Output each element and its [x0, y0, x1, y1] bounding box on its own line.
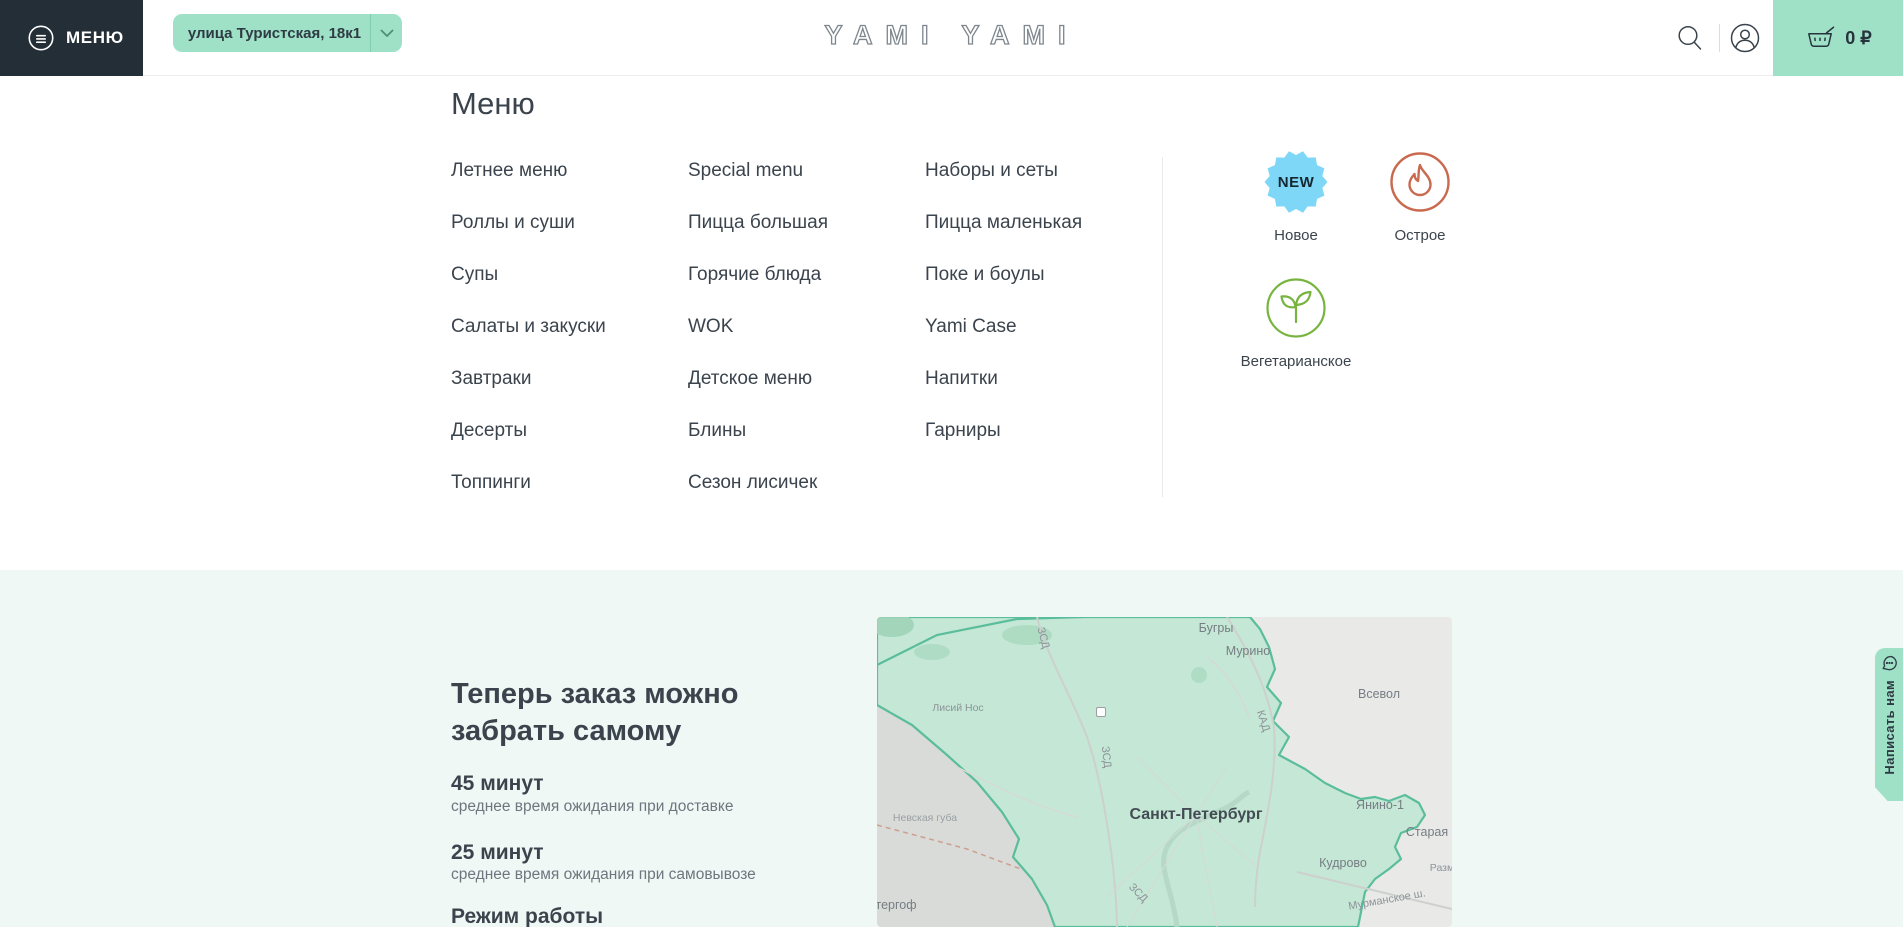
cart-total: 0 ₽: [1845, 28, 1871, 49]
menu-link-label[interactable]: Супы: [451, 264, 498, 286]
search-button[interactable]: [1671, 19, 1709, 57]
menu-link-label[interactable]: Десерты: [451, 420, 527, 442]
menu-link-label[interactable]: Летнее меню: [451, 160, 567, 182]
menu-link[interactable]: Десерты: [451, 405, 606, 457]
menu-panel-title: Меню: [451, 86, 535, 122]
new-badge-text: NEW: [1264, 150, 1328, 214]
header-divider: [1719, 24, 1720, 52]
menu-link[interactable]: Горячие блюда: [688, 249, 828, 301]
menu-link[interactable]: Салаты и закуски: [451, 301, 606, 353]
delivery-zone-map[interactable]: Бугры Мурино Всевол Лисий Нос КАД ЗСД ЗС…: [877, 617, 1452, 927]
menu-link[interactable]: Special menu: [688, 145, 828, 197]
menu-link-label[interactable]: Поке и боулы: [925, 264, 1045, 286]
flame-icon: [1388, 150, 1452, 214]
menu-link-label[interactable]: Yami Case: [925, 316, 1017, 338]
legend-item-vegetarian: Вегетарианское: [1234, 276, 1358, 370]
header: МЕНЮ улица Туристская, 18к1 YAMI YAMI: [0, 0, 1903, 76]
menu-link-label[interactable]: Блины: [688, 420, 746, 442]
menu-link[interactable]: Напитки: [925, 353, 1082, 405]
delivery-time-caption: среднее время ожидания при доставке: [451, 798, 733, 816]
menu-link[interactable]: Завтраки: [451, 353, 606, 405]
plant-icon: [1264, 276, 1328, 340]
pickup-heading: Теперь заказ можно забрать самому: [451, 676, 751, 750]
pickup-time-value: 25 минут: [451, 841, 544, 865]
cart-button[interactable]: 0 ₽: [1773, 0, 1903, 76]
menu-column-3: Наборы и сеты Пицца маленькая Поке и боу…: [925, 145, 1082, 457]
menu-link[interactable]: Поке и боулы: [925, 249, 1082, 301]
new-badge-icon: NEW: [1264, 150, 1328, 214]
chat-tab[interactable]: Написать нам: [1875, 648, 1903, 801]
legend-label-vegetarian: Вегетарианское: [1241, 353, 1352, 370]
search-icon: [1675, 23, 1705, 53]
menu-link[interactable]: Детское меню: [688, 353, 828, 405]
map-canvas: [877, 617, 1452, 927]
menu-legend-divider: [1162, 157, 1163, 497]
menu-link[interactable]: Топпинги: [451, 457, 606, 509]
menu-link-label[interactable]: Завтраки: [451, 368, 531, 390]
menu-link-label[interactable]: Салаты и закуски: [451, 316, 606, 338]
menu-column-2: Special menu Пицца большая Горячие блюда…: [688, 145, 828, 509]
chat-tab-label: Написать нам: [1882, 680, 1897, 775]
menu-link-label[interactable]: Пицца большая: [688, 212, 828, 234]
menu-link[interactable]: Пицца большая: [688, 197, 828, 249]
menu-link-label[interactable]: Гарниры: [925, 420, 1001, 442]
schedule-title: Режим работы: [451, 905, 603, 927]
legend-label-new: Новое: [1274, 227, 1318, 244]
menu-link[interactable]: Наборы и сеты: [925, 145, 1082, 197]
pickup-time-caption: среднее время ожидания при самовывозе: [451, 866, 756, 884]
menu-link[interactable]: Гарниры: [925, 405, 1082, 457]
page: МЕНЮ улица Туристская, 18к1 YAMI YAMI: [0, 0, 1903, 927]
chat-bubble-icon: [1881, 655, 1898, 672]
menu-link-label[interactable]: Наборы и сеты: [925, 160, 1058, 182]
metro-icon: [1096, 707, 1106, 717]
legend-label-spicy: Острое: [1394, 227, 1445, 244]
menu-link-label[interactable]: Special menu: [688, 160, 803, 182]
menu-link-label[interactable]: Напитки: [925, 368, 998, 390]
menu-link-label[interactable]: Роллы и суши: [451, 212, 575, 234]
menu-link-label[interactable]: WOK: [688, 316, 733, 338]
menu-link[interactable]: Роллы и суши: [451, 197, 606, 249]
menu-link[interactable]: Yami Case: [925, 301, 1082, 353]
menu-link-label[interactable]: Пицца маленькая: [925, 212, 1082, 234]
brand-logo: YAMI YAMI: [0, 20, 1903, 51]
user-icon: [1729, 22, 1761, 54]
menu-link-label[interactable]: Горячие блюда: [688, 264, 821, 286]
menu-link[interactable]: WOK: [688, 301, 828, 353]
menu-link[interactable]: Супы: [451, 249, 606, 301]
delivery-time-value: 45 минут: [451, 772, 544, 796]
legend-item-new: NEW Новое: [1234, 150, 1358, 244]
account-button[interactable]: [1726, 19, 1764, 57]
menu-column-1: Летнее меню Роллы и суши Супы Салаты и з…: [451, 145, 606, 509]
legend-item-spicy: Острое: [1358, 150, 1482, 244]
menu-link[interactable]: Сезон лисичек: [688, 457, 828, 509]
menu-link[interactable]: Пицца маленькая: [925, 197, 1082, 249]
basket-icon: [1804, 24, 1836, 52]
menu-link-label[interactable]: Сезон лисичек: [688, 472, 817, 494]
menu-link[interactable]: Летнее меню: [451, 145, 606, 197]
menu-link-label[interactable]: Детское меню: [688, 368, 812, 390]
menu-link[interactable]: Блины: [688, 405, 828, 457]
menu-link-label[interactable]: Топпинги: [451, 472, 531, 494]
